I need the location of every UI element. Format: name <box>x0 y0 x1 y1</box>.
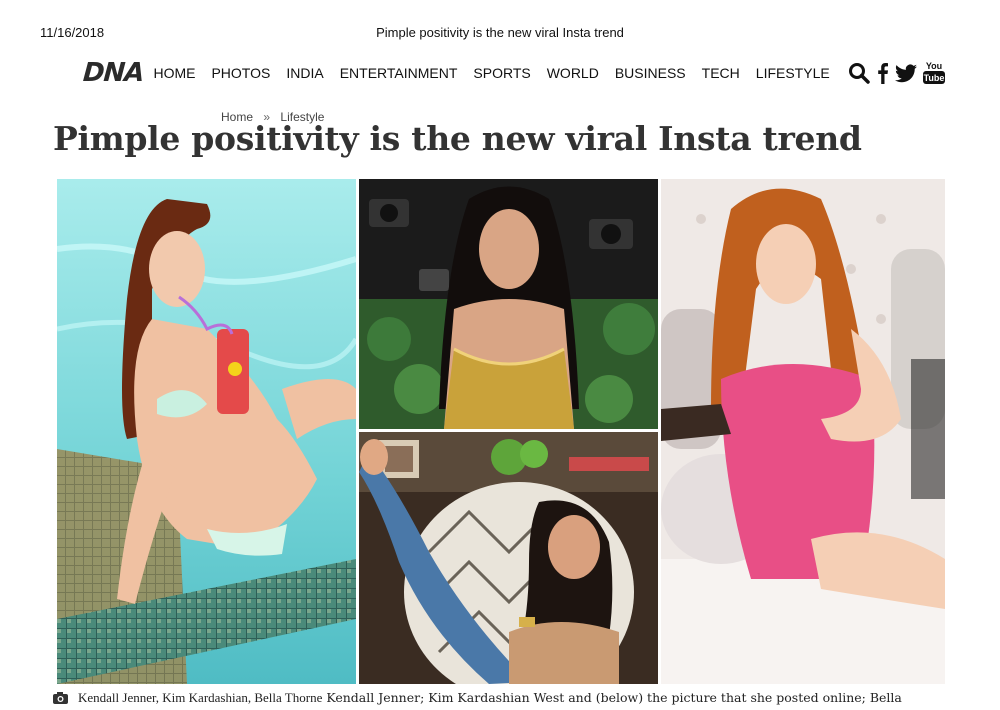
search-icon[interactable] <box>848 62 870 84</box>
article-photo-pink-dress[interactable] <box>661 179 945 684</box>
camera-icon <box>53 692 68 707</box>
youtube-icon[interactable]: You Tube <box>923 60 945 86</box>
nav-item-india[interactable]: INDIA <box>286 65 323 81</box>
print-page-title: Pimple positivity is the new viral Insta… <box>376 25 624 40</box>
youtube-label-bottom: Tube <box>924 73 945 83</box>
article-headline: Pimple positivity is the new viral Insta… <box>53 119 862 158</box>
nav-item-lifestyle[interactable]: LIFESTYLE <box>756 65 830 81</box>
twitter-icon[interactable] <box>895 63 917 83</box>
nav-item-sports[interactable]: SPORTS <box>473 65 530 81</box>
facebook-icon[interactable] <box>876 62 889 84</box>
nav-item-home[interactable]: HOME <box>153 65 195 81</box>
photo-caption: Kendall Jenner, Kim Kardashian, Bella Th… <box>53 690 902 707</box>
caption-names: Kendall Jenner, Kim Kardashian, Bella Th… <box>77 690 323 705</box>
main-navbar: DNA HOME PHOTOS INDIA ENTERTAINMENT SPOR… <box>82 58 945 88</box>
nav-item-tech[interactable]: TECH <box>702 65 740 81</box>
nav-item-business[interactable]: BUSINESS <box>615 65 686 81</box>
nav-icon-group: You Tube <box>848 60 945 86</box>
article-photo-pool[interactable] <box>57 179 356 684</box>
youtube-label-top: You <box>926 61 942 71</box>
nav-item-photos[interactable]: PHOTOS <box>211 65 270 81</box>
article-photo-kick[interactable] <box>359 432 658 684</box>
site-logo[interactable]: DNA <box>82 58 145 88</box>
nav-item-entertainment[interactable]: ENTERTAINMENT <box>340 65 458 81</box>
nav-item-world[interactable]: WORLD <box>547 65 599 81</box>
article-photo-gold-dress[interactable] <box>359 179 658 429</box>
caption-text: Kendall Jenner; Kim Kardashian West and … <box>326 690 902 705</box>
